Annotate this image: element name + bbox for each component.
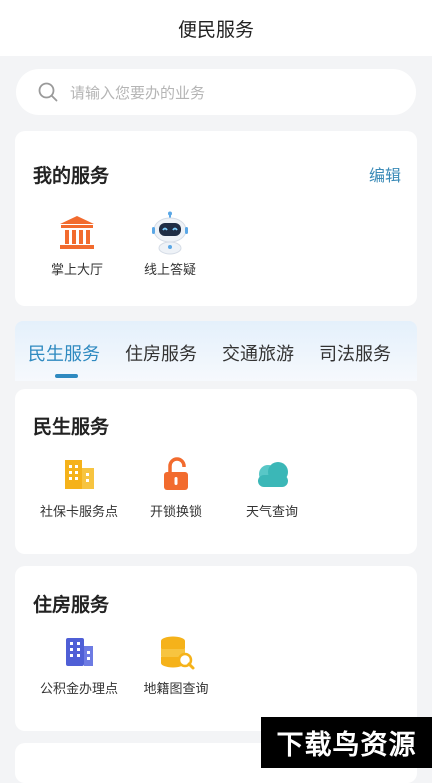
service-item-hall[interactable]: 掌上大厅 <box>27 213 127 278</box>
active-tab-indicator <box>55 374 78 378</box>
search-input[interactable]: 请输入您要办的业务 <box>70 82 205 103</box>
app-header: 便民服务 <box>0 0 432 56</box>
watermark: 下载鸟资源 <box>261 717 432 768</box>
building-icon <box>59 455 99 495</box>
my-services-title: 我的服务 <box>33 165 110 187</box>
office-building-icon <box>59 632 99 672</box>
zhufang-section-card: 住房服务 公积金办理点 地籍图查询 <box>15 566 417 731</box>
edit-button[interactable]: 编辑 <box>369 162 401 186</box>
service-item-qa[interactable]: 线上答疑 <box>120 211 220 278</box>
service-item-weather[interactable]: 天气查询 <box>222 455 322 520</box>
database-search-icon <box>156 632 196 672</box>
government-building-icon <box>57 213 97 253</box>
watermark-text: 下载鸟资源 <box>276 730 417 761</box>
service-label: 开锁换锁 <box>149 505 202 520</box>
service-label: 地籍图查询 <box>143 682 209 697</box>
service-item-cadastral-map[interactable]: 地籍图查询 <box>126 632 226 697</box>
service-label: 社保卡服务点 <box>39 505 118 520</box>
search-icon <box>38 82 58 102</box>
page-title: 便民服务 <box>177 19 254 41</box>
service-item-locksmith[interactable]: 开锁换锁 <box>126 455 226 520</box>
minsheng-section-card: 民生服务 社保卡服务点 开锁换锁 天气查询 <box>15 389 417 554</box>
minsheng-section-title: 民生服务 <box>33 416 110 438</box>
tab-sifa[interactable]: 司法服务 <box>319 340 391 366</box>
tab-zhufang[interactable]: 住房服务 <box>125 340 197 366</box>
service-label: 天气查询 <box>245 505 298 520</box>
tab-jiaotong[interactable]: 交通旅游 <box>222 340 294 366</box>
my-services-card: 我的服务 编辑 掌上大厅 线上答疑 <box>15 131 417 306</box>
service-label: 线上答疑 <box>143 263 196 278</box>
service-item-social-card[interactable]: 社保卡服务点 <box>29 455 129 520</box>
cloud-icon <box>252 455 292 495</box>
unlock-icon <box>156 455 196 495</box>
robot-icon <box>149 211 191 255</box>
zhufang-section-title: 住房服务 <box>33 594 110 616</box>
tab-minsheng[interactable]: 民生服务 <box>28 340 100 366</box>
service-item-housing-fund[interactable]: 公积金办理点 <box>29 632 129 697</box>
service-label: 掌上大厅 <box>50 263 103 278</box>
service-label: 公积金办理点 <box>39 682 118 697</box>
category-tab-bar: 民生服务 住房服务 交通旅游 司法服务 <box>15 321 417 381</box>
search-bar[interactable]: 请输入您要办的业务 <box>16 69 416 115</box>
